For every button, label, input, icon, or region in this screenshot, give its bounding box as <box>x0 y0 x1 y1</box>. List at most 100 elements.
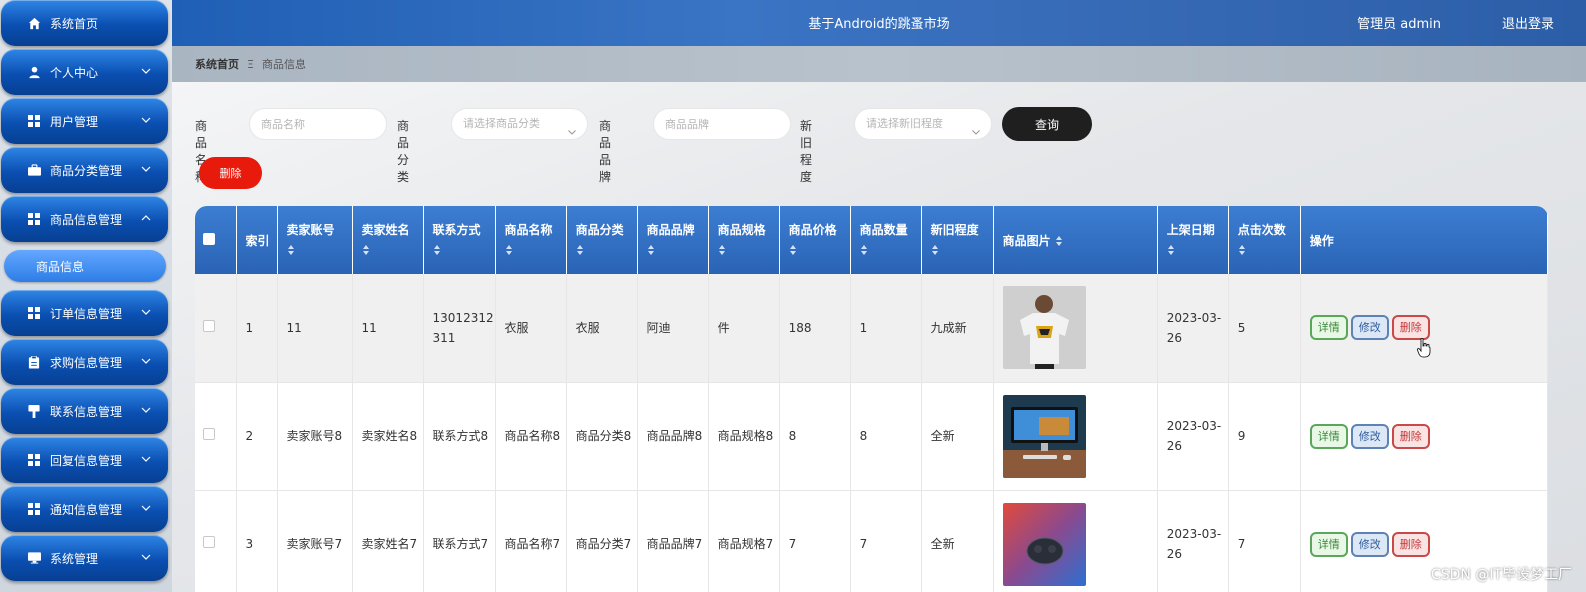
sidebar: 系统首页 个人中心 用户管理 商品分类管理 商品信息管理 商品信息 订单信息管理… <box>0 0 172 592</box>
column-header[interactable]: 点击次数 <box>1228 206 1301 274</box>
column-header[interactable]: 联系方式 <box>423 206 496 274</box>
pin-icon <box>27 404 41 418</box>
column-header[interactable]: 商品名称 <box>495 206 567 274</box>
sort-icon[interactable] <box>1167 244 1175 256</box>
sort-icon[interactable] <box>860 244 868 256</box>
sidebar-item-home[interactable]: 系统首页 <box>1 0 168 46</box>
cell-price: 188 <box>779 274 851 383</box>
row-select-cell <box>195 274 237 383</box>
query-button[interactable]: 查询 <box>1002 107 1092 141</box>
detail-button[interactable]: 详情 <box>1309 531 1348 557</box>
edit-button[interactable]: 修改 <box>1350 315 1389 341</box>
row-select-cell <box>195 490 237 592</box>
column-header[interactable]: 商品价格 <box>779 206 851 274</box>
delete-button[interactable]: 删除 <box>1391 423 1430 449</box>
column-header[interactable]: 商品品牌 <box>637 206 709 274</box>
cell-category: 衣服 <box>566 274 638 383</box>
edit-button[interactable]: 修改 <box>1350 423 1389 449</box>
chevron-down-icon <box>140 355 152 367</box>
sidebar-item-personal-center[interactable]: 个人中心 <box>1 49 168 95</box>
table-row: 2 卖家账号8 卖家姓名8 联系方式8 商品名称8 商品分类8 商品品牌8 商品… <box>195 382 1548 491</box>
sort-icon[interactable] <box>789 244 797 256</box>
chevron-down-icon <box>140 114 152 126</box>
sidebar-item-label: 个人中心 <box>50 65 99 80</box>
cell-clicks: 7 <box>1228 490 1301 592</box>
sort-icon[interactable] <box>576 244 584 256</box>
breadcrumb-home[interactable]: 系统首页 <box>195 56 239 72</box>
home-icon <box>27 16 41 30</box>
product-table: 索引 卖家账号 卖家姓名 联系方式 商品名称 商品分类 商品品牌 商品规格 商品… <box>195 206 1548 592</box>
column-header[interactable]: 新旧程度 <box>921 206 994 274</box>
sidebar-item-reply-management[interactable]: 回复信息管理 <box>1 437 168 483</box>
sort-icon[interactable] <box>362 244 370 256</box>
column-header-label: 商品价格 <box>788 223 837 237</box>
table-row: 3 卖家账号7 卖家姓名7 联系方式7 商品名称7 商品分类7 商品品牌7 商品… <box>195 490 1548 592</box>
sidebar-item-notice-management[interactable]: 通知信息管理 <box>1 486 168 532</box>
cell-category: 商品分类7 <box>566 490 638 592</box>
breadcrumb-current: 商品信息 <box>261 58 306 71</box>
column-header-label: 上架日期 <box>1166 223 1215 237</box>
sidebar-item-label: 系统管理 <box>50 551 99 566</box>
column-header-label: 卖家姓名 <box>361 223 410 237</box>
sidebar-item-contact-management[interactable]: 联系信息管理 <box>1 388 168 434</box>
brand-input[interactable] <box>653 108 791 140</box>
delete-button[interactable]: 删除 <box>1391 315 1430 341</box>
sort-icon[interactable] <box>647 244 655 256</box>
sidebar-item-product-info-management[interactable]: 商品信息管理 <box>1 196 168 242</box>
delete-button[interactable]: 删除 <box>1391 531 1430 557</box>
sort-icon[interactable] <box>1055 235 1063 247</box>
column-header[interactable]: 商品图片 <box>993 206 1158 274</box>
grid-icon <box>27 502 41 516</box>
monitor-desk-photo[interactable] <box>1002 394 1086 478</box>
column-header[interactable]: 商品数量 <box>850 206 922 274</box>
category-select[interactable]: 请选择商品分类 <box>451 108 588 140</box>
cell-index: 1 <box>236 274 278 383</box>
cell-index: 3 <box>236 490 278 592</box>
column-header[interactable]: 卖家姓名 <box>352 206 424 274</box>
column-header[interactable]: 卖家账号 <box>277 206 353 274</box>
sort-icon[interactable] <box>505 244 513 256</box>
sidebar-subitem-product-info[interactable]: 商品信息 <box>4 250 166 282</box>
sort-icon[interactable] <box>931 244 939 256</box>
briefcase-icon <box>27 163 41 177</box>
row-checkbox[interactable] <box>203 319 215 332</box>
column-header-label: 商品名称 <box>504 223 553 237</box>
sidebar-item-order-management[interactable]: 订单信息管理 <box>1 290 168 336</box>
sidebar-item-label: 商品分类管理 <box>50 163 123 178</box>
sidebar-item-system-management[interactable]: 系统管理 <box>1 535 168 581</box>
sidebar-item-user-management[interactable]: 用户管理 <box>1 98 168 144</box>
hand-pointer-icon <box>1417 337 1431 358</box>
select-all-checkbox[interactable] <box>203 232 215 245</box>
logout-link[interactable]: 退出登录 <box>1502 13 1554 32</box>
chevron-down-icon <box>567 119 577 135</box>
t-shirt-photo[interactable] <box>1002 286 1086 370</box>
detail-button[interactable]: 详情 <box>1309 315 1348 341</box>
person-icon <box>27 65 41 79</box>
column-header[interactable]: 商品规格 <box>708 206 780 274</box>
cell-seller-account: 11 <box>277 274 353 383</box>
column-header[interactable]: 商品分类 <box>566 206 638 274</box>
sort-icon[interactable] <box>287 244 295 256</box>
cell-quantity: 7 <box>850 490 922 592</box>
breadcrumb: 系统首页 Ξ 商品信息 <box>172 46 1586 82</box>
detail-button[interactable]: 详情 <box>1309 423 1348 449</box>
sort-icon[interactable] <box>718 244 726 256</box>
earbuds-photo[interactable] <box>1002 502 1086 586</box>
product-name-input[interactable] <box>249 108 387 140</box>
sort-icon[interactable] <box>433 244 441 256</box>
edit-button[interactable]: 修改 <box>1350 531 1389 557</box>
cell-category: 商品分类8 <box>566 382 638 491</box>
column-header[interactable]: 上架日期 <box>1157 206 1229 274</box>
sidebar-item-category-management[interactable]: 商品分类管理 <box>1 147 168 193</box>
batch-delete-button[interactable]: 删除 <box>199 157 262 189</box>
condition-select-placeholder: 请选择新旧程度 <box>866 117 943 130</box>
row-checkbox[interactable] <box>203 536 215 548</box>
row-checkbox[interactable] <box>203 428 215 440</box>
sidebar-item-purchase-request-management[interactable]: 求购信息管理 <box>1 339 168 385</box>
condition-select[interactable]: 请选择新旧程度 <box>854 108 992 140</box>
sort-icon[interactable] <box>1238 244 1246 256</box>
cell-price: 7 <box>779 490 851 592</box>
column-header-label: 联系方式 <box>432 223 481 237</box>
sidebar-item-label: 求购信息管理 <box>50 355 123 370</box>
current-user: 管理员 admin <box>1357 17 1441 32</box>
